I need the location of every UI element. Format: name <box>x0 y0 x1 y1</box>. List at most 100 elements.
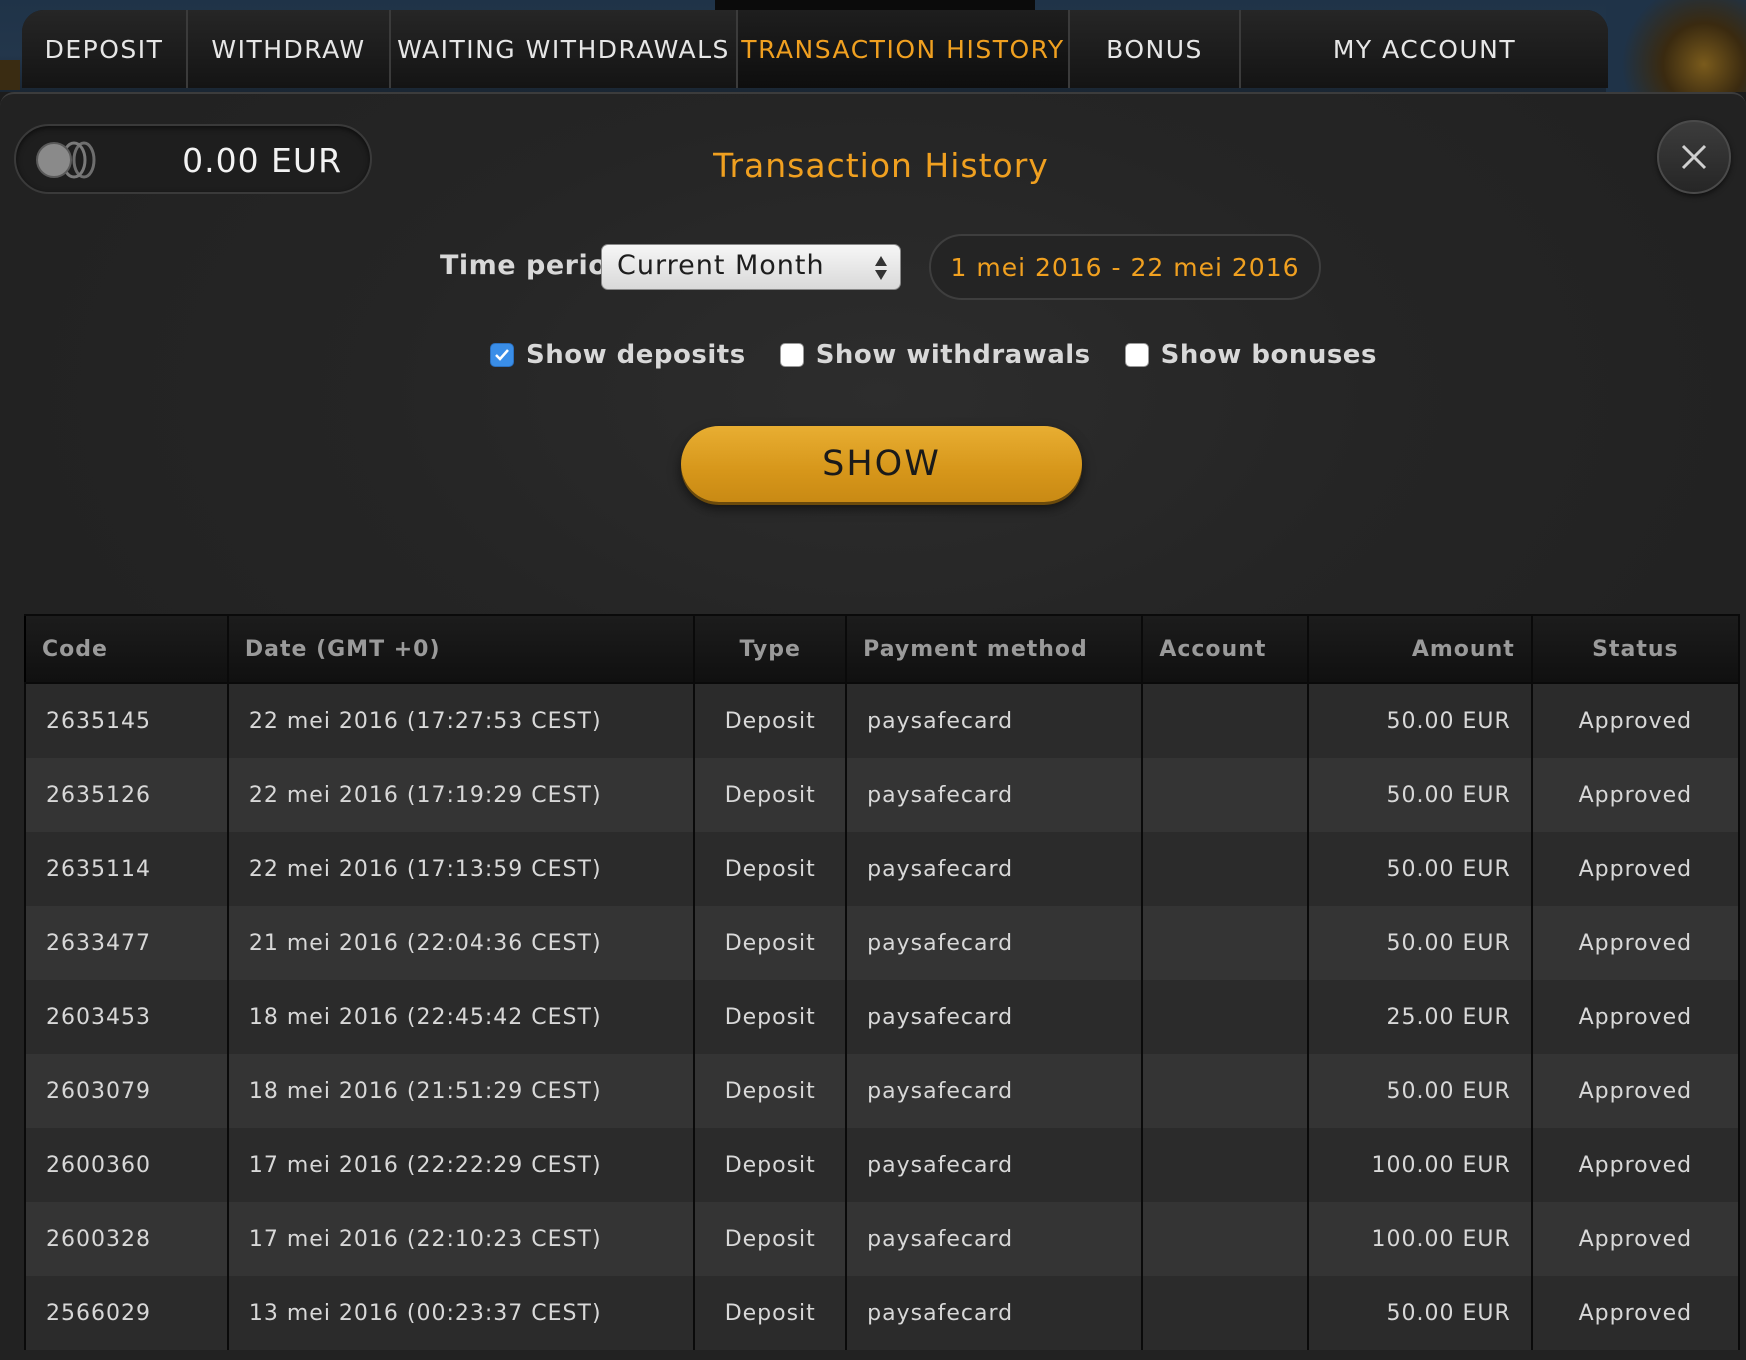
cell-type: Deposit <box>693 1054 848 1128</box>
table-row: 2635145 22 mei 2016 (17:27:53 CEST) Depo… <box>24 683 1741 758</box>
cell-status: Approved <box>1530 980 1741 1054</box>
tab-my-account[interactable]: MY ACCOUNT <box>1241 10 1608 88</box>
tab-bonus[interactable]: BONUS <box>1070 10 1241 88</box>
cell-type: Deposit <box>693 832 848 906</box>
date-range-display: 1 mei 2016 - 22 mei 2016 <box>929 234 1321 300</box>
table-row: 2600328 17 mei 2016 (22:10:23 CEST) Depo… <box>24 1202 1741 1276</box>
column-header-account[interactable]: Account <box>1141 614 1310 684</box>
show-withdrawals-label: Show withdrawals <box>815 340 1091 370</box>
cell-payment-method: paysafecard <box>845 1276 1144 1350</box>
cell-account <box>1141 980 1310 1054</box>
background-decoration <box>0 60 20 90</box>
cell-date: 18 mei 2016 (22:45:42 CEST) <box>226 980 696 1054</box>
column-header-date[interactable]: Date (GMT +0) <box>226 614 696 684</box>
page-title: Transaction History <box>713 146 1049 185</box>
column-header-status[interactable]: Status <box>1530 614 1741 684</box>
cell-status: Approved <box>1530 1276 1741 1350</box>
select-arrows-icon <box>875 256 887 280</box>
column-header-code[interactable]: Code <box>24 614 229 684</box>
table-row: 2635126 22 mei 2016 (17:19:29 CEST) Depo… <box>24 758 1741 832</box>
cell-account <box>1141 1276 1310 1350</box>
cell-amount: 50.00 EUR <box>1307 906 1533 980</box>
cell-date: 22 mei 2016 (17:27:53 CEST) <box>226 683 696 758</box>
tab-waiting-withdrawals[interactable]: WAITING WITHDRAWALS <box>391 10 738 88</box>
cell-account <box>1141 906 1310 980</box>
cell-code: 2633477 <box>24 906 229 980</box>
cell-account <box>1141 683 1310 758</box>
cell-payment-method: paysafecard <box>845 1054 1144 1128</box>
tab-deposit[interactable]: DEPOSIT <box>22 10 188 88</box>
transaction-history-panel: 0.00 EUR Transaction History Time period… <box>0 92 1746 1360</box>
background-decoration <box>715 0 1035 10</box>
cell-account <box>1141 1054 1310 1128</box>
cell-status: Approved <box>1530 758 1741 832</box>
checkmark-icon <box>495 349 509 361</box>
filter-checkboxes: Show deposits Show withdrawals Show bonu… <box>490 335 1411 375</box>
cell-account <box>1141 832 1310 906</box>
cell-payment-method: paysafecard <box>845 980 1144 1054</box>
cell-code: 2600360 <box>24 1128 229 1202</box>
cell-type: Deposit <box>693 758 848 832</box>
cell-account <box>1141 758 1310 832</box>
cell-type: Deposit <box>693 980 848 1054</box>
cell-code: 2600328 <box>24 1202 229 1276</box>
table-row: 2600360 17 mei 2016 (22:22:29 CEST) Depo… <box>24 1128 1741 1202</box>
cell-status: Approved <box>1530 1202 1741 1276</box>
cell-code: 2635114 <box>24 832 229 906</box>
cell-status: Approved <box>1530 906 1741 980</box>
cell-code: 2603079 <box>24 1054 229 1128</box>
tab-transaction-history[interactable]: TRANSACTION HISTORY <box>738 10 1070 88</box>
cell-type: Deposit <box>693 1128 848 1202</box>
show-bonuses-label: Show bonuses <box>1160 340 1377 370</box>
cell-code: 2635145 <box>24 683 229 758</box>
column-header-amount[interactable]: Amount <box>1307 614 1533 684</box>
show-withdrawals-option[interactable]: Show withdrawals <box>779 340 1091 370</box>
cell-amount: 100.00 EUR <box>1307 1202 1533 1276</box>
time-period-select[interactable]: Current Month <box>601 244 901 290</box>
cell-type: Deposit <box>693 1276 848 1350</box>
cell-amount: 50.00 EUR <box>1307 1276 1533 1350</box>
cell-date: 22 mei 2016 (17:13:59 CEST) <box>226 832 696 906</box>
cell-date: 21 mei 2016 (22:04:36 CEST) <box>226 906 696 980</box>
show-deposits-checkbox[interactable] <box>490 343 514 367</box>
cell-amount: 50.00 EUR <box>1307 683 1533 758</box>
show-bonuses-option[interactable]: Show bonuses <box>1124 340 1377 370</box>
cell-date: 17 mei 2016 (22:22:29 CEST) <box>226 1128 696 1202</box>
cell-account <box>1141 1202 1310 1276</box>
cell-type: Deposit <box>693 683 848 758</box>
show-bonuses-checkbox[interactable] <box>1124 343 1149 367</box>
show-deposits-label: Show deposits <box>526 340 746 370</box>
table-row: 2603079 18 mei 2016 (21:51:29 CEST) Depo… <box>24 1054 1741 1128</box>
time-period-value: Current Month <box>617 250 825 281</box>
table-row: 2603453 18 mei 2016 (22:45:42 CEST) Depo… <box>24 980 1741 1054</box>
cell-type: Deposit <box>693 906 848 980</box>
cell-code: 2603453 <box>24 980 229 1054</box>
close-button[interactable] <box>1657 120 1731 194</box>
cell-payment-method: paysafecard <box>845 1202 1144 1276</box>
cell-payment-method: paysafecard <box>845 683 1144 758</box>
cell-date: 22 mei 2016 (17:19:29 CEST) <box>226 758 696 832</box>
cell-status: Approved <box>1530 1054 1741 1128</box>
cell-payment-method: paysafecard <box>845 906 1144 980</box>
cell-date: 18 mei 2016 (21:51:29 CEST) <box>226 1054 696 1128</box>
column-header-payment-method[interactable]: Payment method <box>845 614 1144 684</box>
background-decoration <box>1606 0 1746 92</box>
show-button[interactable]: SHOW <box>681 426 1082 502</box>
cell-date: 17 mei 2016 (22:10:23 CEST) <box>226 1202 696 1276</box>
cell-code: 2635126 <box>24 758 229 832</box>
transaction-table: Code Date (GMT +0) Type Payment method A… <box>24 614 1741 1350</box>
tab-withdraw[interactable]: WITHDRAW <box>188 10 391 88</box>
show-withdrawals-checkbox[interactable] <box>779 343 804 367</box>
show-deposits-option[interactable]: Show deposits <box>490 340 746 370</box>
cell-amount: 25.00 EUR <box>1307 980 1533 1054</box>
column-header-type[interactable]: Type <box>693 614 848 684</box>
table-row: 2633477 21 mei 2016 (22:04:36 CEST) Depo… <box>24 906 1741 980</box>
tab-bar: DEPOSIT WITHDRAW WAITING WITHDRAWALS TRA… <box>22 10 1608 88</box>
cell-status: Approved <box>1530 1128 1741 1202</box>
cell-amount: 50.00 EUR <box>1307 832 1533 906</box>
cell-type: Deposit <box>693 1202 848 1276</box>
cell-amount: 100.00 EUR <box>1307 1128 1533 1202</box>
cell-amount: 50.00 EUR <box>1307 758 1533 832</box>
table-header-row: Code Date (GMT +0) Type Payment method A… <box>24 614 1741 684</box>
table-row: 2566029 13 mei 2016 (00:23:37 CEST) Depo… <box>24 1276 1741 1350</box>
